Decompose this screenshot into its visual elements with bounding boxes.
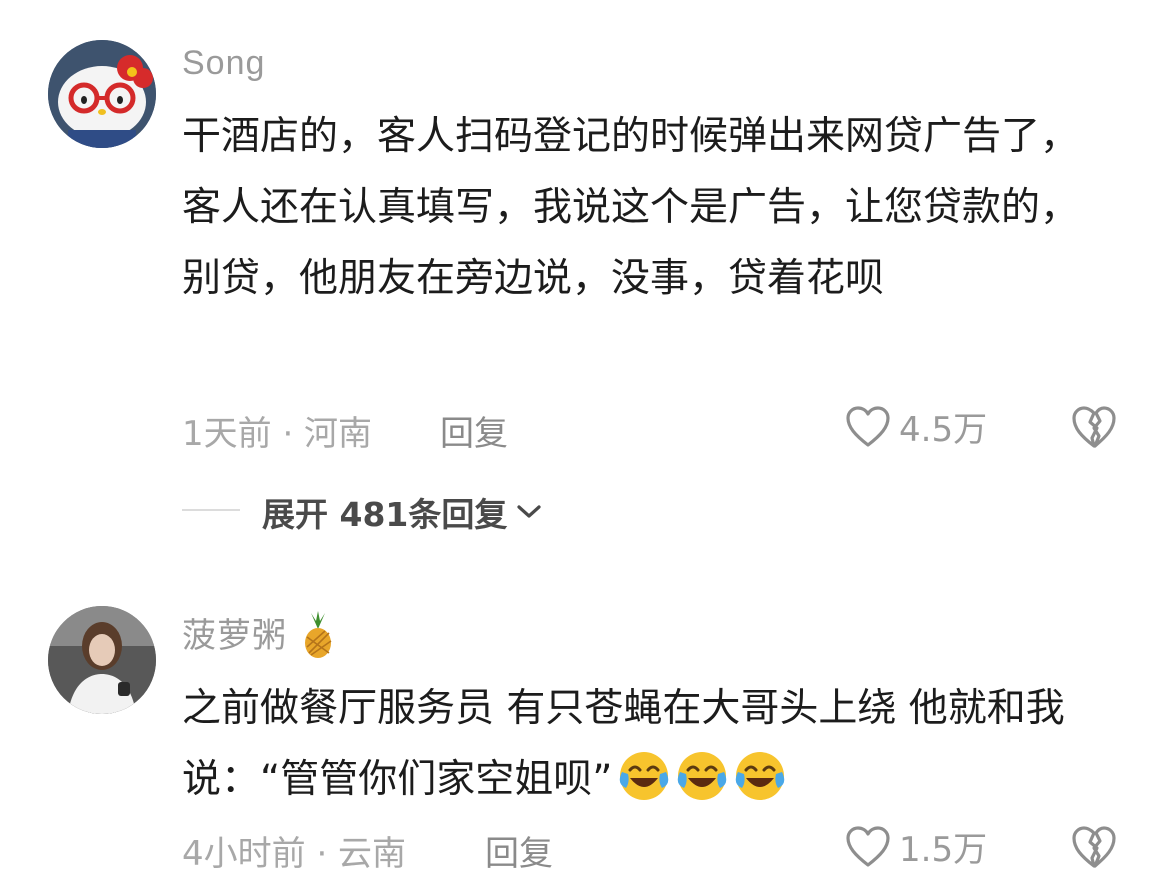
hello-kitty-avatar-icon [48,40,156,148]
reply-button[interactable]: 回复 [485,826,553,875]
heart-icon [846,825,890,867]
like-count: 1.5万 [899,830,988,870]
reply-button[interactable]: 回复 [440,406,508,455]
comment-item: Song 干酒店的，客人扫码登记的时候弹出来网贷广告了，客人还在认真填写，我说这… [0,0,1170,560]
comment-meta: 1天前 · 河南 [182,414,373,454]
pineapple-icon [305,611,332,658]
comment-meta: 4小时前 · 云南 [182,834,407,874]
expand-divider [182,509,240,511]
crying-laughing-emoji-icon [736,752,785,800]
like-button[interactable]: 4.5万 [845,402,987,451]
comment-text: 干酒店的，客人扫码登记的时候弹出来网贷广告了，客人还在认真填写，我说这个是广告，… [182,114,1080,301]
user-avatar[interactable] [48,40,156,148]
like-button[interactable]: 1.5万 [845,822,987,871]
person-photo-avatar-icon [48,606,156,714]
expand-replies-button[interactable]: 展开 481条回复 [262,488,543,536]
user-avatar[interactable] [48,606,156,714]
expand-replies-label: 展开 481条回复 [262,495,508,534]
heart-icon [846,405,890,447]
crying-laughing-emoji-icon [678,752,727,800]
dislike-button[interactable] [1070,404,1118,454]
like-count: 4.5万 [899,410,988,450]
broken-heart-icon [1072,826,1116,868]
comment-text: 之前做餐厅服务员 有只苍蝇在大哥头上绕 他就和我说：“管管你们家空姐呗” [182,673,1112,815]
username[interactable]: Song [182,44,265,83]
username-text: 菠萝粥 [182,617,287,655]
comment-item: 菠萝粥 之前做餐厅服务员 有只苍蝇在大哥头上绕 他就和我说：“管管你们家空姐呗” [0,560,1170,874]
chevron-down-icon [517,505,541,518]
broken-heart-icon [1072,406,1116,448]
dislike-button[interactable] [1070,824,1118,874]
crying-laughing-emoji-icon [620,752,669,800]
username[interactable]: 菠萝粥 [182,608,337,659]
